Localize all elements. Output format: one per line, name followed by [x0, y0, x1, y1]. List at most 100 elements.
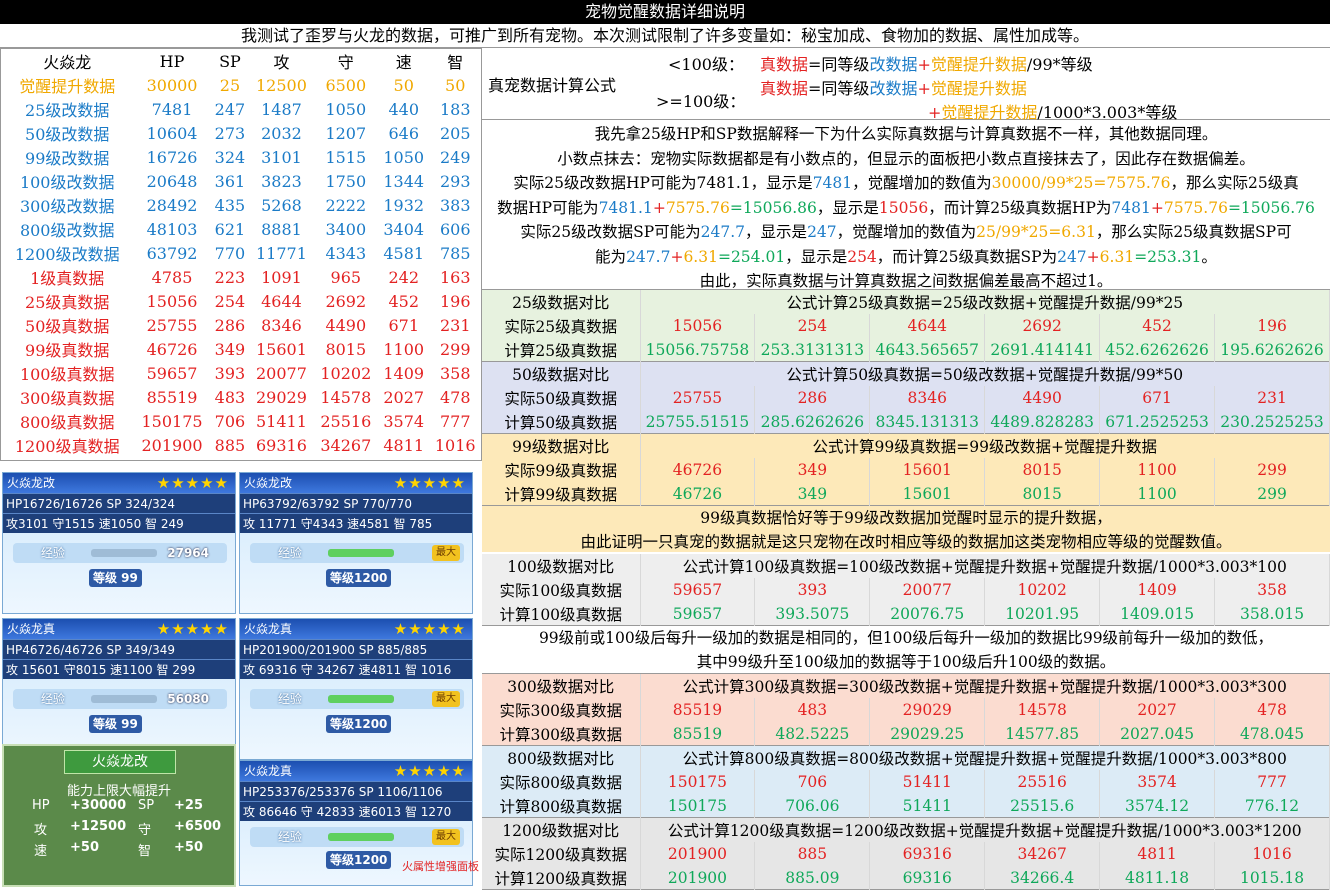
- pet-sp: SP 885/885: [358, 643, 428, 657]
- compare-cell: 8015: [984, 458, 1101, 482]
- stat-cell: 254: [214, 291, 246, 311]
- pet-sp: SP 324/324: [106, 497, 176, 511]
- compare-block-1200: 1200级数据对比 公式计算1200级真数据=1200级改数据+觉醒提升数据+觉醒…: [482, 818, 1330, 890]
- stat-cell: 205: [439, 123, 471, 143]
- stats-row: 50级改数据 10604 273 2032 1207 646 205: [1, 121, 481, 145]
- pet-panel: 火焱龙改 ★★★★★ HP63792/63792 SP 770/770 攻 11771…: [239, 472, 473, 614]
- stat-cell: 5268: [261, 195, 302, 215]
- stats-row: 800级改数据 48103 621 8881 3400 3404 606: [1, 217, 481, 241]
- exp-bar: [328, 695, 394, 703]
- compare-calc-row: 计算25级真数据 15056.75758 253.3131313 4643.56565…: [482, 338, 1330, 362]
- compare-block-100: 100级数据对比 公式计算100级真数据=100级改数据+觉醒提升数据+觉醒提升数…: [482, 554, 1330, 626]
- star-icons: ★★★★★: [393, 620, 466, 638]
- pet-hp-sp: HP201900/201900 SP 885/885: [240, 639, 472, 659]
- compare-cell: 2027: [1099, 698, 1216, 722]
- stats-row: 300级改数据 28492 435 5268 2222 1932 383: [1, 193, 481, 217]
- compare-cell: 482.5225: [754, 722, 871, 746]
- compare-cell: 59657: [640, 602, 756, 626]
- pet-name: 火焱龙改: [244, 476, 293, 490]
- stat-cell: 2692: [325, 291, 367, 311]
- compare-cell: 150175: [640, 770, 756, 794]
- stat-cell: 885: [214, 435, 246, 455]
- row-label: 50级真数据: [25, 317, 110, 336]
- compare-cell: 478: [1214, 698, 1330, 722]
- compare-row-label: 计算99级真数据: [482, 482, 641, 506]
- pet-stats: 攻 86646 守 42833 速6013 智 1270: [240, 801, 472, 821]
- compare-cell: 10201.95: [984, 602, 1101, 626]
- compare-cell: 15056.75758: [640, 338, 756, 362]
- header-cell: 智: [447, 53, 464, 72]
- stat-cell: 6500: [325, 75, 367, 95]
- row-label: 50级改数据: [25, 125, 110, 144]
- compare-cell: 299: [1214, 458, 1330, 482]
- awaken-def-key: 守: [138, 823, 152, 838]
- pet-hp-sp: HP253376/253376 SP 1106/1106: [240, 781, 472, 801]
- exp-label: 经验: [41, 546, 66, 560]
- stat-cell: 2222: [325, 195, 367, 215]
- exp-value: 56080: [167, 692, 209, 706]
- compare-calc-row: 计算100级真数据 59657 393.5075 20076.75 10201.95 14…: [482, 602, 1330, 626]
- exp-label: 经验: [278, 830, 303, 844]
- stat-cell: 223: [214, 267, 246, 287]
- pet-name: 火焱龙真: [244, 622, 293, 636]
- pet-panel-header: 火焱龙改 ★★★★★: [240, 473, 472, 493]
- exp-label: 经验: [278, 546, 303, 560]
- compare-title: 25级数据对比: [482, 290, 641, 314]
- compare-calc-row: 计算300级真数据 85519 482.5225 29029.25 14577.85 20…: [482, 722, 1330, 746]
- stat-cell: 293: [439, 171, 471, 191]
- compare-head-row: 1200级数据对比 公式计算1200级真数据=1200级改数据+觉醒提升数据+觉醒…: [482, 818, 1330, 842]
- pet-hp-sp: HP46726/46726 SP 349/349: [3, 639, 235, 659]
- compare-head-row: 100级数据对比 公式计算100级真数据=100级改数据+觉醒提升数据+觉醒提升数…: [482, 554, 1330, 578]
- row-label: 1200级真数据: [14, 437, 120, 456]
- row-label: 1200级改数据: [14, 245, 120, 264]
- stat-cell: 20077: [255, 363, 307, 383]
- awaken-sp-value: +25: [174, 798, 203, 813]
- stat-cell: 383: [439, 195, 471, 215]
- compare-cell: 393.5075: [754, 602, 871, 626]
- awaken-def-value: +6500: [174, 819, 222, 834]
- compare-row-label: 实际50级真数据: [482, 386, 641, 410]
- compare-actual-row: 实际99级真数据 46726 349 15601 8015 1100 299: [482, 458, 1330, 482]
- stat-cell: 25: [219, 75, 241, 95]
- stats-row: 50级真数据 25755 286 8346 4490 671 231: [1, 313, 481, 337]
- stat-cell: 706: [214, 411, 246, 431]
- compare-cell: 34266.4: [984, 866, 1101, 890]
- exp-label: 经验: [278, 692, 303, 706]
- fire-boost-tag: 火属性增强面板: [402, 860, 479, 873]
- compare-cell: 706.06: [754, 794, 871, 818]
- pet-panel-header: 火焱龙真 ★★★★★: [3, 619, 235, 639]
- stat-cell: 646: [388, 123, 419, 143]
- explain-line: 小数点抹去：宠物实际数据都是有小数点的，但显示的面板把小数点直接抹去了，因此存在…: [557, 149, 1255, 168]
- compare-cell: 1100: [1099, 458, 1216, 482]
- compare-cell: 393: [754, 578, 871, 602]
- star-icons: ★★★★★: [156, 620, 229, 638]
- explain-line: 实际25级改数据SP可能为247.7，显示是247，觉醒增加的数值为25/99*…: [520, 223, 1292, 241]
- stats-row: 100级改数据 20648 361 3823 1750 1344 293: [1, 169, 481, 193]
- compare-title: 99级数据对比: [482, 434, 641, 458]
- note-line: 其中99级升至100级加的数据等于100级后升100级的数据。: [696, 653, 1116, 671]
- compare-cell: 1100: [1099, 482, 1216, 506]
- awaken-int-value: +50: [174, 840, 203, 855]
- compare-cell: 29029: [869, 698, 986, 722]
- stat-cell: 361: [214, 171, 246, 191]
- compare-row-label: 实际100级真数据: [482, 578, 641, 602]
- pet-exp: 经验 27964: [13, 543, 227, 563]
- stat-cell: 242: [388, 267, 419, 287]
- pet-sp: SP 1106/1106: [358, 785, 443, 799]
- stats-table: 火焱龙 HP SP 攻 守 速 智 觉醒提升数据 30000 25 12500 6500…: [0, 48, 482, 461]
- header-cell: 速: [395, 53, 412, 72]
- compare-cell: 231: [1214, 386, 1330, 410]
- exp-value: 27964: [167, 546, 209, 560]
- compare-cell: 777: [1214, 770, 1330, 794]
- compare-cell: 358.015: [1214, 602, 1330, 626]
- compare-cell: 230.2525253: [1214, 410, 1330, 434]
- stats-table-header: 火焱龙 HP SP 攻 守 速 智: [1, 49, 481, 73]
- pet-name: 火焱龙真: [244, 764, 293, 778]
- compare-cell: 1016: [1214, 842, 1330, 866]
- stat-cell: 25755: [146, 315, 198, 335]
- compare-head-row: 50级数据对比 公式计算50级真数据=50级改数据+觉醒提升数据/99*50: [482, 362, 1330, 386]
- stat-cell: 606: [439, 219, 471, 239]
- stat-cell: 50: [445, 75, 466, 95]
- compare-actual-row: 实际100级真数据 59657 393 20077 10202 1409 358: [482, 578, 1330, 602]
- stat-cell: 785: [439, 243, 471, 263]
